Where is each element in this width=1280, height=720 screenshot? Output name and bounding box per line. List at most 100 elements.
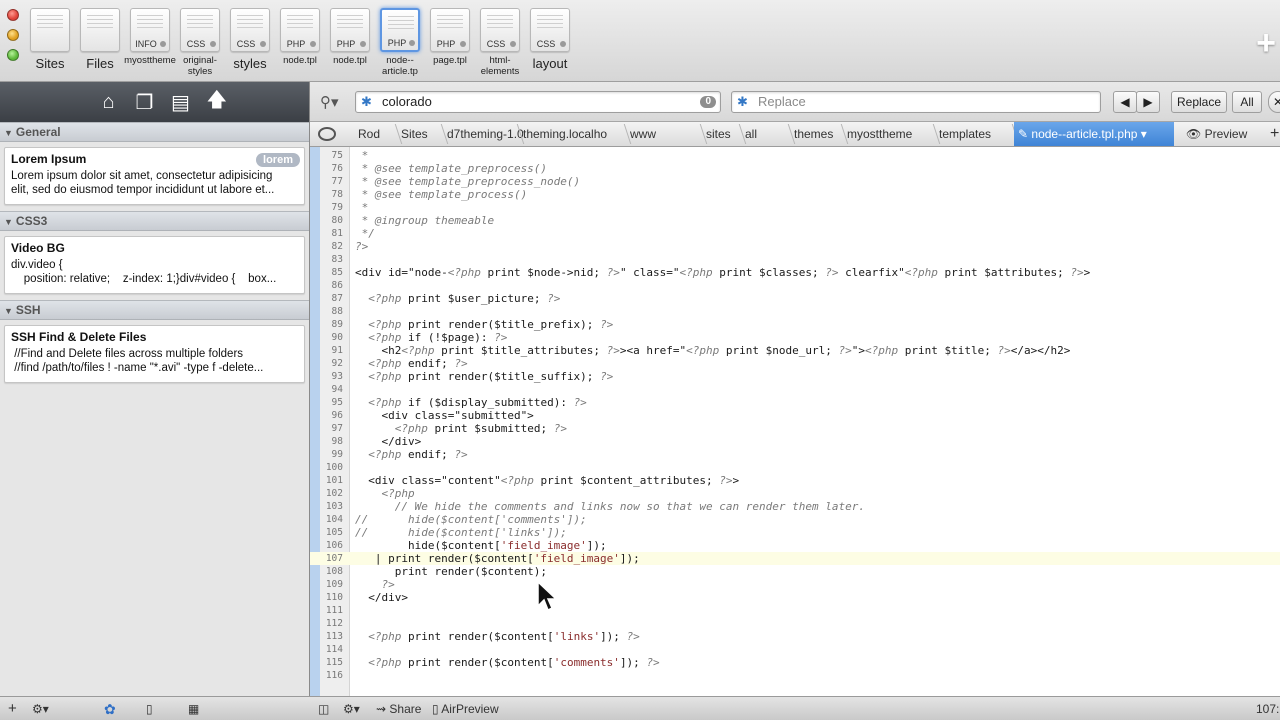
- code-line[interactable]: 103 // We hide the comments and links no…: [310, 500, 1280, 513]
- code-line[interactable]: 108 print render($content);: [310, 565, 1280, 578]
- toolbar-tab-4[interactable]: CSS styles: [224, 8, 276, 70]
- breadcrumb-item[interactable]: all: [741, 122, 790, 146]
- code-line[interactable]: 114: [310, 643, 1280, 656]
- code-editor[interactable]: 75 * 76 * @see template_preprocess() 77 * …: [310, 147, 1280, 696]
- find-field[interactable]: ✱ 0: [355, 91, 721, 113]
- disclosure-triangle-icon[interactable]: ▼: [4, 306, 13, 316]
- code-line[interactable]: 115 <?php print render($content['comment…: [310, 656, 1280, 669]
- preview-button[interactable]: 👁 Preview: [1182, 122, 1247, 146]
- code-line[interactable]: 81 */: [310, 227, 1280, 240]
- toolbar-tab-8[interactable]: PHP page.tpl: [424, 8, 476, 66]
- replace-all-button[interactable]: All: [1232, 91, 1262, 113]
- code-line[interactable]: 113 <?php print render($content['links']…: [310, 630, 1280, 643]
- previous-match-button[interactable]: ◀: [1113, 91, 1137, 113]
- code-line[interactable]: 85 <div id="node-<?php print $node->nid; …: [310, 266, 1280, 279]
- code-line[interactable]: 96 <div class="submitted">: [310, 409, 1280, 422]
- code-line[interactable]: 99 <?php endif; ?>: [310, 448, 1280, 461]
- breadcrumb-item[interactable]: sites: [702, 122, 741, 146]
- code-line[interactable]: 111: [310, 604, 1280, 617]
- toolbar-tab-5[interactable]: PHP node.tpl: [274, 8, 326, 66]
- toolbar-tab-3[interactable]: CSS original-styles: [174, 8, 226, 77]
- breadcrumb-item[interactable]: theming.localho: [519, 122, 626, 146]
- code-line[interactable]: 94: [310, 383, 1280, 396]
- editor-gear-icon[interactable]: ⚙▾: [343, 701, 360, 717]
- find-input[interactable]: [382, 94, 682, 109]
- code-line[interactable]: 116: [310, 669, 1280, 682]
- clip-category-header[interactable]: ▼ General: [0, 122, 309, 142]
- code-line[interactable]: 106 hide($content['field_image']);: [310, 539, 1280, 552]
- chevron-down-icon[interactable]: ▾: [1137, 127, 1147, 141]
- toolbar-tab-1[interactable]: Files: [74, 8, 126, 70]
- toolbar-tab-10[interactable]: CSS layout: [524, 8, 576, 70]
- code-line[interactable]: 90 <?php if (!$page): ?>: [310, 331, 1280, 344]
- breadcrumb-item[interactable]: templates: [935, 122, 1014, 146]
- code-line[interactable]: 92 <?php endif; ?>: [310, 357, 1280, 370]
- disclosure-triangle-icon[interactable]: ▼: [4, 128, 13, 138]
- upload-arrow-icon[interactable]: 🡅: [207, 85, 228, 119]
- code-line[interactable]: 77 * @see template_preprocess_node(): [310, 175, 1280, 188]
- code-line[interactable]: 93 <?php print render($title_suffix); ?>: [310, 370, 1280, 383]
- share-button[interactable]: ⇝ Share: [376, 701, 421, 717]
- code-line[interactable]: 83: [310, 253, 1280, 266]
- clip-item[interactable]: Video BG div.video { position: relative; …: [4, 236, 305, 294]
- code-line[interactable]: 110 </div>: [310, 591, 1280, 604]
- add-split-icon[interactable]: +: [1266, 122, 1279, 146]
- code-line[interactable]: 105 // hide($content['links']);: [310, 526, 1280, 539]
- code-line[interactable]: 97 <?php print $submitted; ?>: [310, 422, 1280, 435]
- code-line[interactable]: 102 <?php: [310, 487, 1280, 500]
- code-line[interactable]: 100: [310, 461, 1280, 474]
- list-icon[interactable]: ▤: [171, 90, 191, 115]
- breadcrumb-item[interactable]: myosttheme: [843, 122, 935, 146]
- code-line[interactable]: 76 * @see template_preprocess(): [310, 162, 1280, 175]
- gear-icon[interactable]: ⚙▾: [32, 701, 49, 717]
- zoom-window-button[interactable]: [7, 49, 19, 61]
- code-line[interactable]: 75 *: [310, 149, 1280, 162]
- toolbar-tab-2[interactable]: INFO myosttheme: [124, 8, 176, 66]
- code-line[interactable]: 82 ?>: [310, 240, 1280, 253]
- add-icon[interactable]: +: [8, 701, 17, 717]
- code-line[interactable]: 88: [310, 305, 1280, 318]
- code-line[interactable]: 98 </div>: [310, 435, 1280, 448]
- disclosure-triangle-icon[interactable]: ▼: [4, 217, 13, 227]
- code-line[interactable]: 80 * @ingroup themeable: [310, 214, 1280, 227]
- code-line[interactable]: 95 <?php if ($display_submitted): ?>: [310, 396, 1280, 409]
- toolbar-tab-9[interactable]: CSS html-elements: [474, 8, 526, 77]
- close-window-button[interactable]: [7, 9, 19, 21]
- close-search-icon[interactable]: ✕: [1268, 91, 1280, 113]
- toolbar-tab-0[interactable]: Sites: [24, 8, 76, 70]
- code-line[interactable]: 87 <?php print $user_picture; ?>: [310, 292, 1280, 305]
- search-options-icon[interactable]: ⚲▾: [320, 93, 339, 111]
- replace-field[interactable]: ✱: [731, 91, 1101, 113]
- next-match-button[interactable]: ▶: [1136, 91, 1160, 113]
- replace-star-icon[interactable]: ✱: [737, 94, 748, 110]
- code-line[interactable]: 109 ?>: [310, 578, 1280, 591]
- path-toggle-icon[interactable]: [318, 127, 336, 141]
- clip-category-header[interactable]: ▼ SSH: [0, 300, 309, 320]
- breadcrumb-item[interactable]: www: [626, 122, 702, 146]
- minimize-window-button[interactable]: [7, 29, 19, 41]
- code-line[interactable]: 107 | print render($content['field_image…: [310, 552, 1280, 565]
- code-line[interactable]: 112: [310, 617, 1280, 630]
- grid-icon[interactable]: ▦: [188, 701, 199, 717]
- add-tab-icon[interactable]: +: [1256, 24, 1276, 63]
- replace-button[interactable]: Replace: [1171, 91, 1227, 113]
- airpreview-button[interactable]: ▯ AirPreview: [432, 701, 499, 717]
- page-icon[interactable]: ▯: [146, 701, 153, 717]
- replace-input[interactable]: [758, 94, 1058, 109]
- code-line[interactable]: 101 <div class="content"<?php print $con…: [310, 474, 1280, 487]
- toolbar-tab-7[interactable]: PHP node--article.tp: [374, 8, 426, 77]
- code-line[interactable]: 86: [310, 279, 1280, 292]
- breadcrumb-item[interactable]: d7theming-1.0: [443, 122, 524, 146]
- breadcrumb-item[interactable]: Rod: [354, 122, 397, 146]
- code-line[interactable]: 78 * @see template_process(): [310, 188, 1280, 201]
- clip-item[interactable]: Lorem Ipsum lorem Lorem ipsum dolor sit am…: [4, 147, 305, 205]
- code-line[interactable]: 91 <h2<?php print $title_attributes; ?>>…: [310, 344, 1280, 357]
- breadcrumb-item[interactable]: ✎ node--article.tpl.php ▾: [1014, 122, 1174, 146]
- clip-item[interactable]: SSH Find & Delete Files //Find and Delet…: [4, 325, 305, 383]
- leaf-icon[interactable]: ✿: [104, 701, 116, 717]
- home-icon[interactable]: ⌂: [99, 91, 119, 114]
- code-line[interactable]: 89 <?php print render($title_prefix); ?>: [310, 318, 1280, 331]
- clip-category-header[interactable]: ▼ CSS3: [0, 211, 309, 231]
- sidebar-toggle-icon[interactable]: ◫: [318, 701, 329, 717]
- code-line[interactable]: 79 *: [310, 201, 1280, 214]
